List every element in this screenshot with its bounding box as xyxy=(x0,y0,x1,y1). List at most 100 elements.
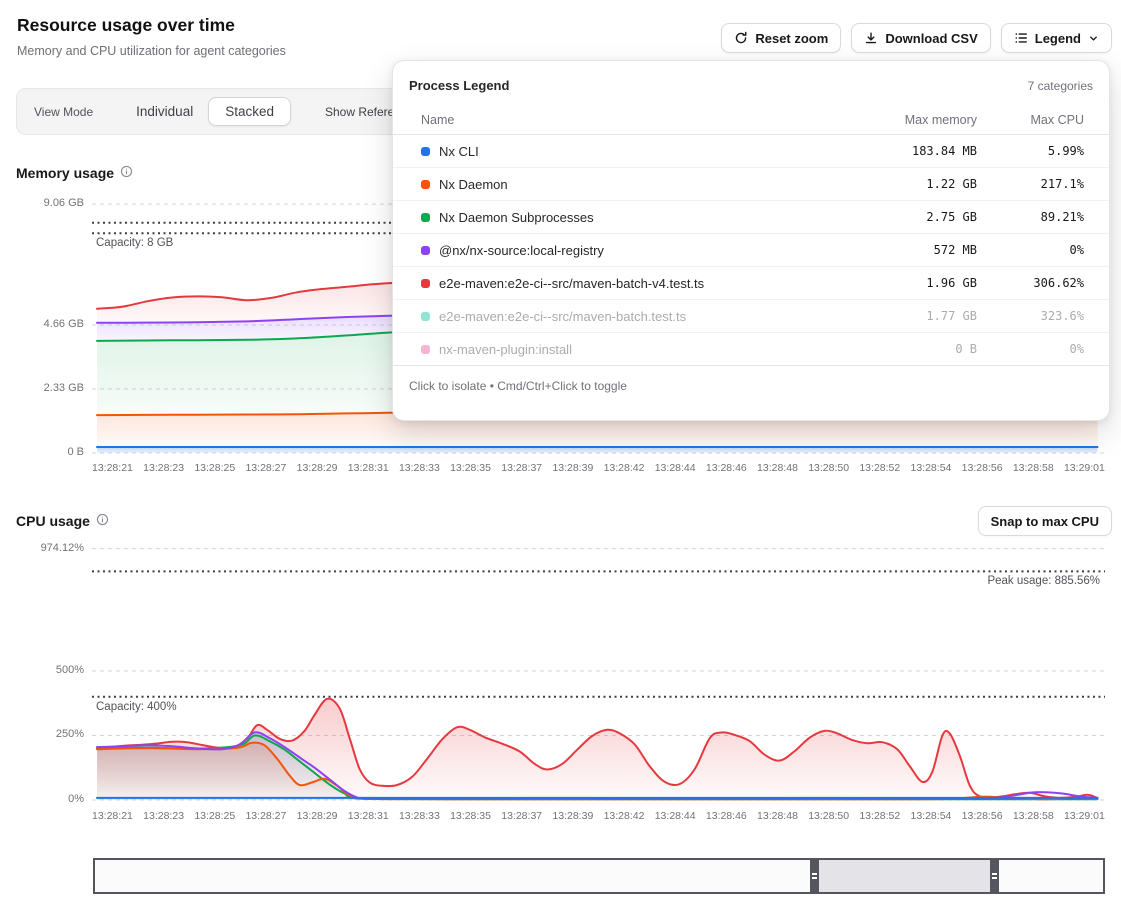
series-line-2 xyxy=(97,743,1098,800)
x-tick-label: 13:28:33 xyxy=(399,462,440,474)
download-icon xyxy=(864,31,878,45)
series-max-cpu: 217.1% xyxy=(977,177,1084,191)
x-tick-label: 13:28:54 xyxy=(911,810,952,822)
legend-row[interactable]: nx-maven-plugin:install 0 B 0% xyxy=(393,333,1109,366)
header-actions: Reset zoom Download CSV Legend xyxy=(721,23,1112,53)
x-tick-label: 13:28:52 xyxy=(859,462,900,474)
series-max-memory: 572 MB xyxy=(827,243,977,257)
x-tick-label: 13:28:54 xyxy=(911,462,952,474)
series-line-3 xyxy=(97,732,1098,799)
legend-row[interactable]: e2e-maven:e2e-ci--src/maven-batch.test.t… xyxy=(393,300,1109,333)
series-max-memory: 1.96 GB xyxy=(827,276,977,290)
series-max-cpu: 5.99% xyxy=(977,144,1084,158)
cpu-x-axis: 13:28:2113:28:2313:28:2513:28:2713:28:29… xyxy=(92,810,1105,822)
y-tick-label: 2.33 GB xyxy=(0,382,84,394)
series-line-1 xyxy=(97,735,1098,799)
legend-column-headers: Name Max memory Max CPU xyxy=(393,105,1109,135)
legend-row[interactable]: Nx Daemon 1.22 GB 217.1% xyxy=(393,168,1109,201)
brush-handle-right[interactable] xyxy=(990,860,999,892)
series-area-0 xyxy=(97,447,1098,453)
x-tick-label: 13:28:39 xyxy=(552,810,593,822)
x-tick-label: 13:28:27 xyxy=(245,810,286,822)
series-max-cpu: 323.6% xyxy=(977,309,1084,323)
legend-row[interactable]: @nx/nx-source:local-registry 572 MB 0% xyxy=(393,234,1109,267)
y-tick-label: 250% xyxy=(0,728,84,740)
memory-x-axis: 13:28:2113:28:2313:28:2513:28:2713:28:29… xyxy=(92,462,1105,474)
y-tick-label: 974.12% xyxy=(0,542,84,554)
series-name: Nx Daemon xyxy=(439,177,827,192)
x-tick-label: 13:28:46 xyxy=(706,462,747,474)
list-icon xyxy=(1014,31,1028,45)
x-tick-label: 13:28:56 xyxy=(962,462,1003,474)
series-name: nx-maven-plugin:install xyxy=(439,342,827,357)
grip-icon xyxy=(992,873,997,875)
x-tick-label: 13:28:29 xyxy=(297,462,338,474)
download-csv-button[interactable]: Download CSV xyxy=(851,23,990,53)
y-tick-label: 500% xyxy=(0,664,84,676)
legend-button[interactable]: Legend xyxy=(1001,23,1112,53)
legend-row[interactable]: e2e-maven:e2e-ci--src/maven-batch-v4.tes… xyxy=(393,267,1109,300)
x-tick-label: 13:28:31 xyxy=(348,462,389,474)
x-tick-label: 13:28:52 xyxy=(859,810,900,822)
series-line-0 xyxy=(97,699,1098,798)
series-area-4 xyxy=(97,798,1098,800)
series-area-1 xyxy=(97,735,1098,800)
reference-line-label: Peak usage: 885.56% xyxy=(987,575,1100,587)
series-max-cpu: 0% xyxy=(977,342,1084,356)
legend-row[interactable]: Nx Daemon Subprocesses 2.75 GB 89.21% xyxy=(393,201,1109,234)
series-color-dot xyxy=(421,345,430,354)
series-name: Nx Daemon Subprocesses xyxy=(439,210,827,225)
view-mode-stacked[interactable]: Stacked xyxy=(208,97,291,126)
x-tick-label: 13:28:50 xyxy=(808,810,849,822)
x-tick-label: 13:28:48 xyxy=(757,462,798,474)
x-tick-label: 13:28:35 xyxy=(450,462,491,474)
series-color-dot xyxy=(421,147,430,156)
x-tick-label: 13:28:50 xyxy=(808,462,849,474)
y-tick-label: 9.06 GB xyxy=(0,197,84,209)
x-tick-label: 13:28:46 xyxy=(706,810,747,822)
x-tick-label: 13:29:01 xyxy=(1064,810,1105,822)
series-name: @nx/nx-source:local-registry xyxy=(439,243,827,258)
x-tick-label: 13:28:23 xyxy=(143,462,184,474)
legend-popup-footer: Click to isolate • Cmd/Ctrl+Click to tog… xyxy=(393,366,1109,406)
series-max-cpu: 0% xyxy=(977,243,1084,257)
column-max-cpu: Max CPU xyxy=(977,113,1084,127)
x-tick-label: 13:28:25 xyxy=(194,810,235,822)
reference-line-label: Capacity: 8 GB xyxy=(96,237,173,249)
x-tick-label: 13:28:39 xyxy=(552,462,593,474)
info-icon xyxy=(120,165,133,181)
series-max-cpu: 89.21% xyxy=(977,210,1084,224)
x-tick-label: 13:29:01 xyxy=(1064,462,1105,474)
brush-selection[interactable] xyxy=(810,860,999,892)
brush-timeline[interactable] xyxy=(93,858,1105,894)
view-mode-individual[interactable]: Individual xyxy=(123,98,206,125)
x-tick-label: 13:28:37 xyxy=(501,810,542,822)
legend-popup-header: Process Legend 7 categories xyxy=(393,61,1109,105)
page-subtitle: Memory and CPU utilization for agent cat… xyxy=(17,44,286,58)
x-tick-label: 13:28:29 xyxy=(297,810,338,822)
x-tick-label: 13:28:37 xyxy=(501,462,542,474)
series-color-dot xyxy=(421,279,430,288)
brush-handle-left[interactable] xyxy=(810,860,819,892)
resource-usage-dashboard: Resource usage over time Memory and CPU … xyxy=(0,0,1121,916)
x-tick-label: 13:28:48 xyxy=(757,810,798,822)
process-legend-popup: Process Legend 7 categories Name Max mem… xyxy=(392,60,1110,421)
series-name: Nx CLI xyxy=(439,144,827,159)
series-area-3 xyxy=(97,732,1098,800)
x-tick-label: 13:28:58 xyxy=(1013,462,1054,474)
snap-to-max-cpu-button[interactable]: Snap to max CPU xyxy=(978,506,1112,536)
x-tick-label: 13:28:27 xyxy=(245,462,286,474)
series-max-memory: 183.84 MB xyxy=(827,144,977,158)
x-tick-label: 13:28:35 xyxy=(450,810,491,822)
series-max-cpu: 306.62% xyxy=(977,276,1084,290)
legend-row[interactable]: Nx CLI 183.84 MB 5.99% xyxy=(393,135,1109,168)
series-color-dot xyxy=(421,312,430,321)
series-color-dot xyxy=(421,180,430,189)
series-name: e2e-maven:e2e-ci--src/maven-batch.test.t… xyxy=(439,309,827,324)
y-tick-label: 0 B xyxy=(0,446,84,458)
series-max-memory: 2.75 GB xyxy=(827,210,977,224)
x-tick-label: 13:28:58 xyxy=(1013,810,1054,822)
reset-zoom-button[interactable]: Reset zoom xyxy=(721,23,841,53)
column-max-memory: Max memory xyxy=(827,113,977,127)
series-area-0 xyxy=(97,699,1098,800)
